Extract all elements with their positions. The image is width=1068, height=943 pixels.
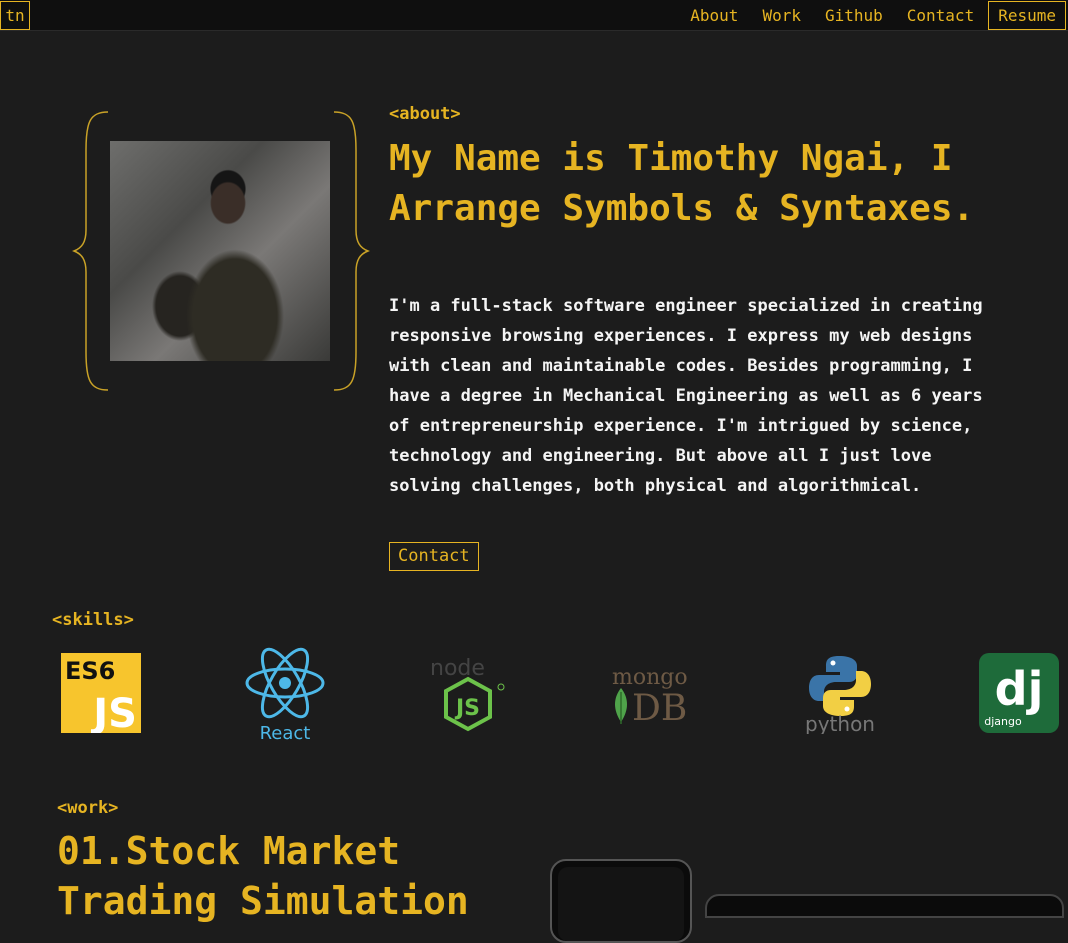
node-label: node [430,656,485,681]
nav-link-github[interactable]: Github [825,2,883,29]
nodejs-logo-icon: node JS [430,656,505,732]
bio-text: I'm a full-stack software engineer speci… [389,296,983,496]
top-nav: tn About Work Github Contact Resume [0,0,1068,31]
profile-photo [110,141,330,361]
es6-js-logo-icon: ES6 JS [61,653,141,733]
resume-button[interactable]: Resume [988,1,1066,30]
laptop-mockup [705,894,1064,918]
hero-headline: My Name is Timothy Ngai, I Arrange Symbo… [389,138,975,229]
left-brace-icon [72,111,109,391]
nav-link-contact[interactable]: Contact [907,2,974,29]
python-label: python [805,712,875,734]
django-label: django [984,715,1022,728]
django-logo-icon: dj django [979,653,1059,733]
contact-button[interactable]: Contact [389,542,479,571]
db-label: DB [632,688,687,726]
phone-screen [558,867,684,941]
svg-text:JS: JS [454,696,480,721]
phone-mockup [550,859,692,943]
right-brace-icon [333,111,370,391]
about-section-tag: <about> [389,104,461,124]
mongo-label: mongo [612,665,688,690]
react-label: React [260,723,311,743]
dj-label: dj [995,662,1044,716]
js-label: JS [90,691,137,733]
project-title: 01.Stock Market Trading Simulation [57,829,469,923]
site-logo[interactable]: tn [0,1,30,30]
nav-link-about[interactable]: About [690,2,738,29]
nav-links: About Work Github Contact Resume [666,1,1066,30]
es6-label: ES6 [65,657,115,685]
nav-link-work[interactable]: Work [762,2,801,29]
work-section-tag: <work> [57,798,119,818]
react-logo-icon: React [245,647,325,743]
skills-section-tag: <skills> [52,610,134,630]
python-logo-icon: python [805,656,875,734]
mongodb-logo-icon: mongo DB [612,665,688,726]
